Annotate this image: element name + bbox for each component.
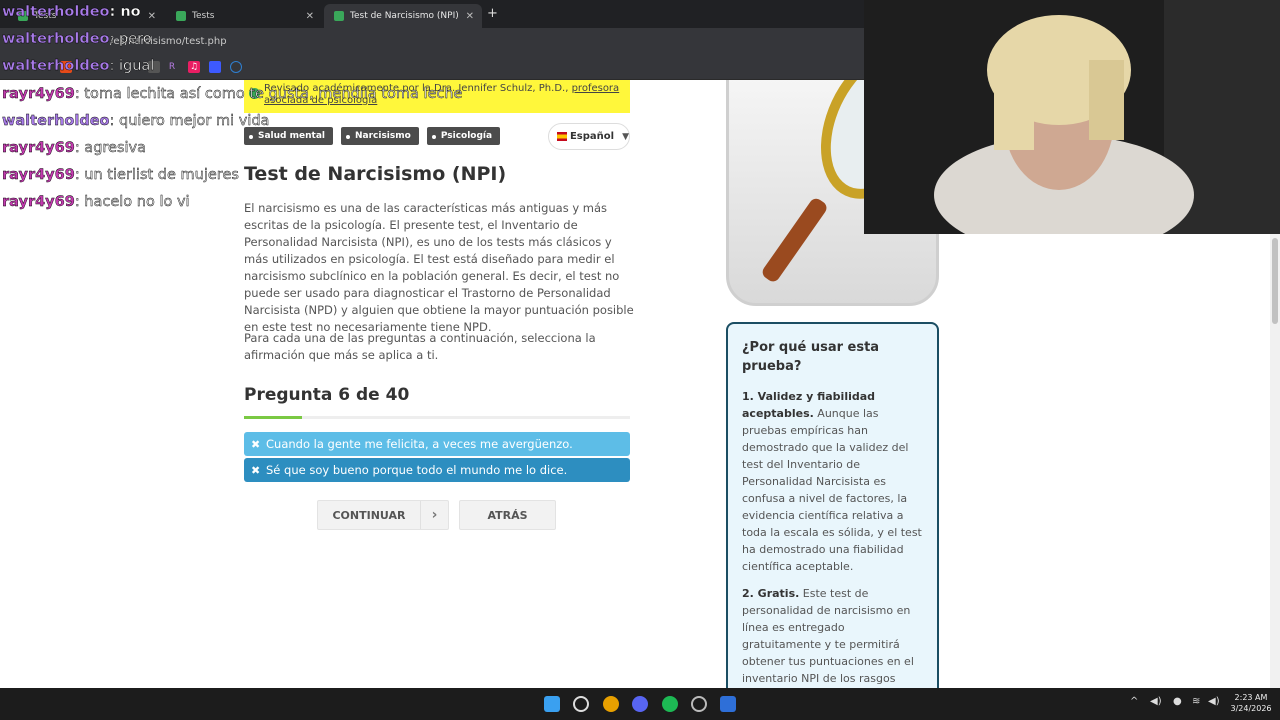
chat-text: : no — [109, 4, 141, 20]
close-icon: ✖ — [251, 437, 261, 451]
continue-button[interactable]: CONTINUAR › — [317, 500, 449, 530]
close-tab-icon[interactable]: ✕ — [466, 11, 474, 22]
tab-label: Test de Narcisismo (NPI) — [350, 11, 459, 21]
close-icon: ✖ — [251, 463, 261, 477]
back-label: ATRÁS — [487, 508, 528, 522]
chevron-down-icon: ▼ — [622, 131, 629, 142]
tab-label: Tests — [192, 11, 215, 21]
chat-text: : un tierlist de mujeres — [74, 167, 240, 183]
new-tab-icon[interactable]: + — [487, 6, 498, 21]
chat-message: walterholdeo: no — [2, 4, 141, 20]
chat-username: rayr4y69 — [2, 194, 75, 210]
bookmark-icon[interactable]: R — [166, 61, 178, 73]
chat-message: walterholdeo: pero — [2, 31, 152, 47]
scrollbar-thumb[interactable] — [1272, 238, 1278, 324]
language-label: Español — [569, 131, 615, 142]
instructions-paragraph: Para cada una de las preguntas a continu… — [244, 331, 596, 362]
app-icon[interactable] — [720, 696, 736, 712]
tag-narcisismo[interactable]: Narcisismo — [340, 127, 419, 145]
person-silhouette-icon — [864, 0, 1280, 234]
chat-text: : agresiva — [74, 140, 147, 156]
chat-text: : quiero mejor mi vida — [109, 113, 270, 129]
chat-username: walterholdeo — [2, 58, 110, 74]
answer-option-a[interactable]: ✖ Cuando la gente me felicita, a veces m… — [244, 432, 630, 456]
steam-icon[interactable] — [691, 696, 707, 712]
why-title: ¿Por qué usar esta prueba? — [742, 340, 880, 374]
spotify-icon[interactable] — [662, 696, 678, 712]
chat-text: : pero — [109, 31, 152, 47]
chat-message: rayr4y69: un tierlist de mujeres — [2, 167, 239, 183]
system-clock[interactable]: 2:23 AM 3/24/2026 — [1226, 692, 1276, 714]
point-text: Este test de personalidad de narcisismo … — [742, 587, 914, 685]
bookmark-icon[interactable] — [209, 61, 221, 73]
page-scrollbar[interactable] — [1270, 234, 1280, 688]
chat-username: walterholdeo — [2, 4, 110, 20]
progress-fill — [244, 416, 302, 419]
answer-text: Sé que soy bueno porque todo el mundo me… — [266, 463, 568, 477]
discord-icon[interactable] — [632, 696, 648, 712]
screen: Tests ✕ Tests ✕ Test de Narcisismo (NPI)… — [0, 0, 1280, 720]
why-use-test-box: ¿Por qué usar esta prueba? 1. Validez y … — [726, 322, 939, 688]
wifi-icon[interactable]: ≋ — [1192, 696, 1200, 707]
bookmark-icon[interactable] — [230, 61, 242, 73]
clock-date: 3/24/2026 — [1230, 704, 1272, 713]
chat-username: walterholdeo — [2, 113, 110, 129]
chevron-right-icon: › — [420, 501, 448, 529]
speaker-icon[interactable]: ◀) — [1150, 696, 1162, 707]
page-title: Test de Narcisismo (NPI) — [244, 163, 507, 185]
browser-tab[interactable]: Tests ✕ — [166, 4, 322, 28]
chevron-up-icon[interactable]: ^ — [1130, 696, 1138, 707]
question-counter: Pregunta 6 de 40 — [244, 385, 410, 405]
spain-flag-icon — [557, 132, 567, 141]
search-icon[interactable] — [573, 696, 589, 712]
chat-text: : toma lechita así como te gusta, mendii… — [74, 86, 463, 102]
volume-icon[interactable]: ◀) — [1208, 696, 1220, 707]
tag-salud-mental[interactable]: Salud mental — [244, 127, 333, 145]
chat-message: rayr4y69: agresiva — [2, 140, 146, 156]
start-menu-icon[interactable] — [544, 696, 560, 712]
chat-message: rayr4y69: toma lechita así como te gusta… — [2, 86, 463, 102]
continue-label: CONTINUAR — [332, 508, 406, 522]
chat-message: walterholdeo: quiero mejor mi vida — [2, 113, 270, 129]
intro-paragraph: El narcisismo es una de las característi… — [244, 201, 634, 334]
point-validity: 1. Validez y fiabilidad aceptables. Aunq… — [742, 388, 923, 575]
close-tab-icon[interactable]: ✕ — [148, 11, 156, 22]
chat-text: : igual — [109, 58, 155, 74]
windows-taskbar: ^ ◀) ● ≋ ◀) 2:23 AM 3/24/2026 — [0, 688, 1280, 720]
language-selector[interactable]: Español ▼ — [548, 123, 630, 150]
chrome-icon[interactable] — [603, 696, 619, 712]
close-tab-icon[interactable]: ✕ — [306, 11, 314, 22]
category-tags: Salud mental Narcisismo Psicología — [244, 127, 501, 145]
chat-username: rayr4y69 — [2, 167, 75, 183]
back-button[interactable]: ATRÁS — [459, 500, 556, 530]
chat-username: rayr4y69 — [2, 86, 75, 102]
clock-time: 2:23 AM — [1234, 693, 1268, 702]
tab-favicon-icon — [334, 11, 344, 21]
chat-username: walterholdeo — [2, 31, 110, 47]
chat-text: : hacelo no lo vi — [74, 194, 190, 210]
music-bookmark-icon[interactable]: ♫ — [188, 61, 200, 73]
tab-favicon-icon — [176, 11, 186, 21]
tag-psicologia[interactable]: Psicología — [426, 127, 501, 145]
answer-option-b[interactable]: ✖ Sé que soy bueno porque todo el mundo … — [244, 458, 630, 482]
browser-tab-active[interactable]: Test de Narcisismo (NPI) ✕ — [324, 4, 482, 28]
point-text: Aunque las pruebas empíricas han demostr… — [742, 407, 922, 573]
microphone-icon[interactable]: ● — [1173, 696, 1182, 707]
chat-message: walterholdeo: igual — [2, 58, 155, 74]
point-title: 2. Gratis. — [742, 587, 800, 600]
webcam-feed — [864, 0, 1280, 234]
question-progress-bar — [244, 416, 630, 419]
point-free: 2. Gratis. Este test de personalidad de … — [742, 585, 923, 688]
chat-username: rayr4y69 — [2, 140, 75, 156]
chat-message: rayr4y69: hacelo no lo vi — [2, 194, 190, 210]
answer-text: Cuando la gente me felicita, a veces me … — [266, 437, 573, 451]
